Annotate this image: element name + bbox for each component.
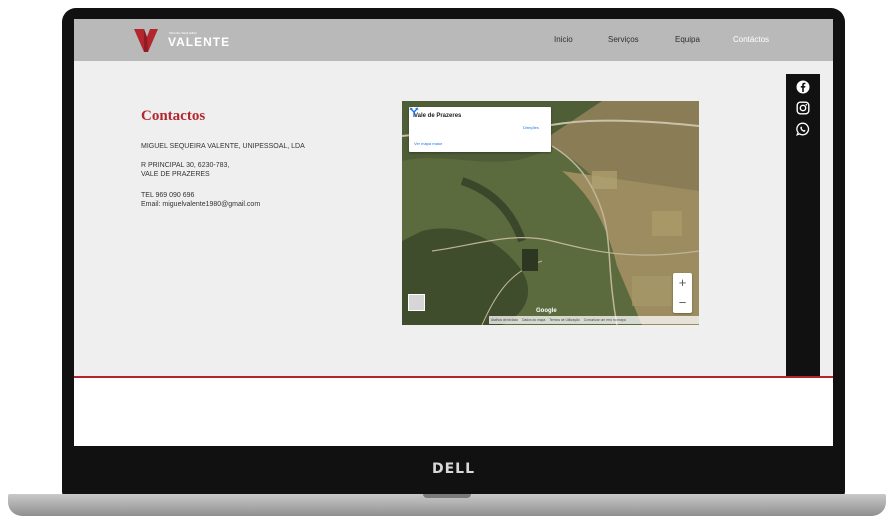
- map-data-link[interactable]: Dados do mapa: [522, 318, 545, 322]
- screen: MIGUEL SEQUEIRA VALENTE Inicio Serviços …: [74, 19, 833, 446]
- nav-item-contactos[interactable]: Contáctos: [733, 35, 769, 44]
- map-place-title: Vale de Prazeres: [414, 113, 462, 119]
- larger-map-link[interactable]: Ver mapa maior: [414, 141, 442, 146]
- laptop-notch: [423, 494, 471, 498]
- keyboard-shortcuts-link[interactable]: Atalhos de teclado: [491, 318, 518, 322]
- nav-item-equipa[interactable]: Equipa: [675, 35, 700, 44]
- directions-label[interactable]: Direções: [523, 125, 539, 130]
- company-name: MIGUEL SEQUEIRA VALENTE, UNIPESSOAL, LDA: [141, 143, 305, 150]
- whatsapp-icon[interactable]: [796, 122, 810, 136]
- nav-item-servicos[interactable]: Serviços: [608, 35, 639, 44]
- map-embed[interactable]: Vale de Prazeres Direções Ver mapa maior…: [402, 101, 699, 325]
- valente-logo-icon[interactable]: [132, 26, 160, 54]
- facebook-icon[interactable]: [796, 80, 810, 94]
- map-place-card: Vale de Prazeres Direções Ver mapa maior: [409, 107, 551, 152]
- zoom-in-button[interactable]: +: [673, 273, 692, 293]
- nav-item-inicio[interactable]: Inicio: [554, 35, 573, 44]
- email-address[interactable]: Email: miguelvalente1980@gmail.com: [141, 201, 260, 208]
- page-title: Contactos: [141, 108, 206, 124]
- directions-icon[interactable]: [409, 107, 419, 117]
- social-sidebar: [786, 74, 820, 378]
- address-line-1: R PRINCIPAL 30, 6230-783,: [141, 162, 230, 169]
- logo-text[interactable]: VALENTE: [168, 35, 230, 49]
- google-logo: Google: [536, 308, 557, 314]
- map-type-toggle[interactable]: [408, 294, 425, 311]
- phone-number: TEL 969 090 696: [141, 192, 195, 199]
- laptop-base: [8, 494, 886, 516]
- instagram-icon[interactable]: [796, 101, 810, 115]
- terms-link[interactable]: Termos de Utilização: [549, 318, 580, 322]
- address-line-2: VALE DE PRAZERES: [141, 171, 210, 178]
- footer-area: [74, 378, 833, 446]
- report-error-link[interactable]: Comunicar um erro no mapa: [584, 318, 626, 322]
- map-attribution-bar: Atalhos de teclado Dados do mapa Termos …: [489, 316, 699, 324]
- zoom-out-button[interactable]: −: [673, 293, 692, 313]
- map-zoom-control: + −: [673, 273, 692, 313]
- site-header: MIGUEL SEQUEIRA VALENTE Inicio Serviços …: [74, 19, 833, 61]
- laptop-brand-logo: DELL: [432, 461, 476, 477]
